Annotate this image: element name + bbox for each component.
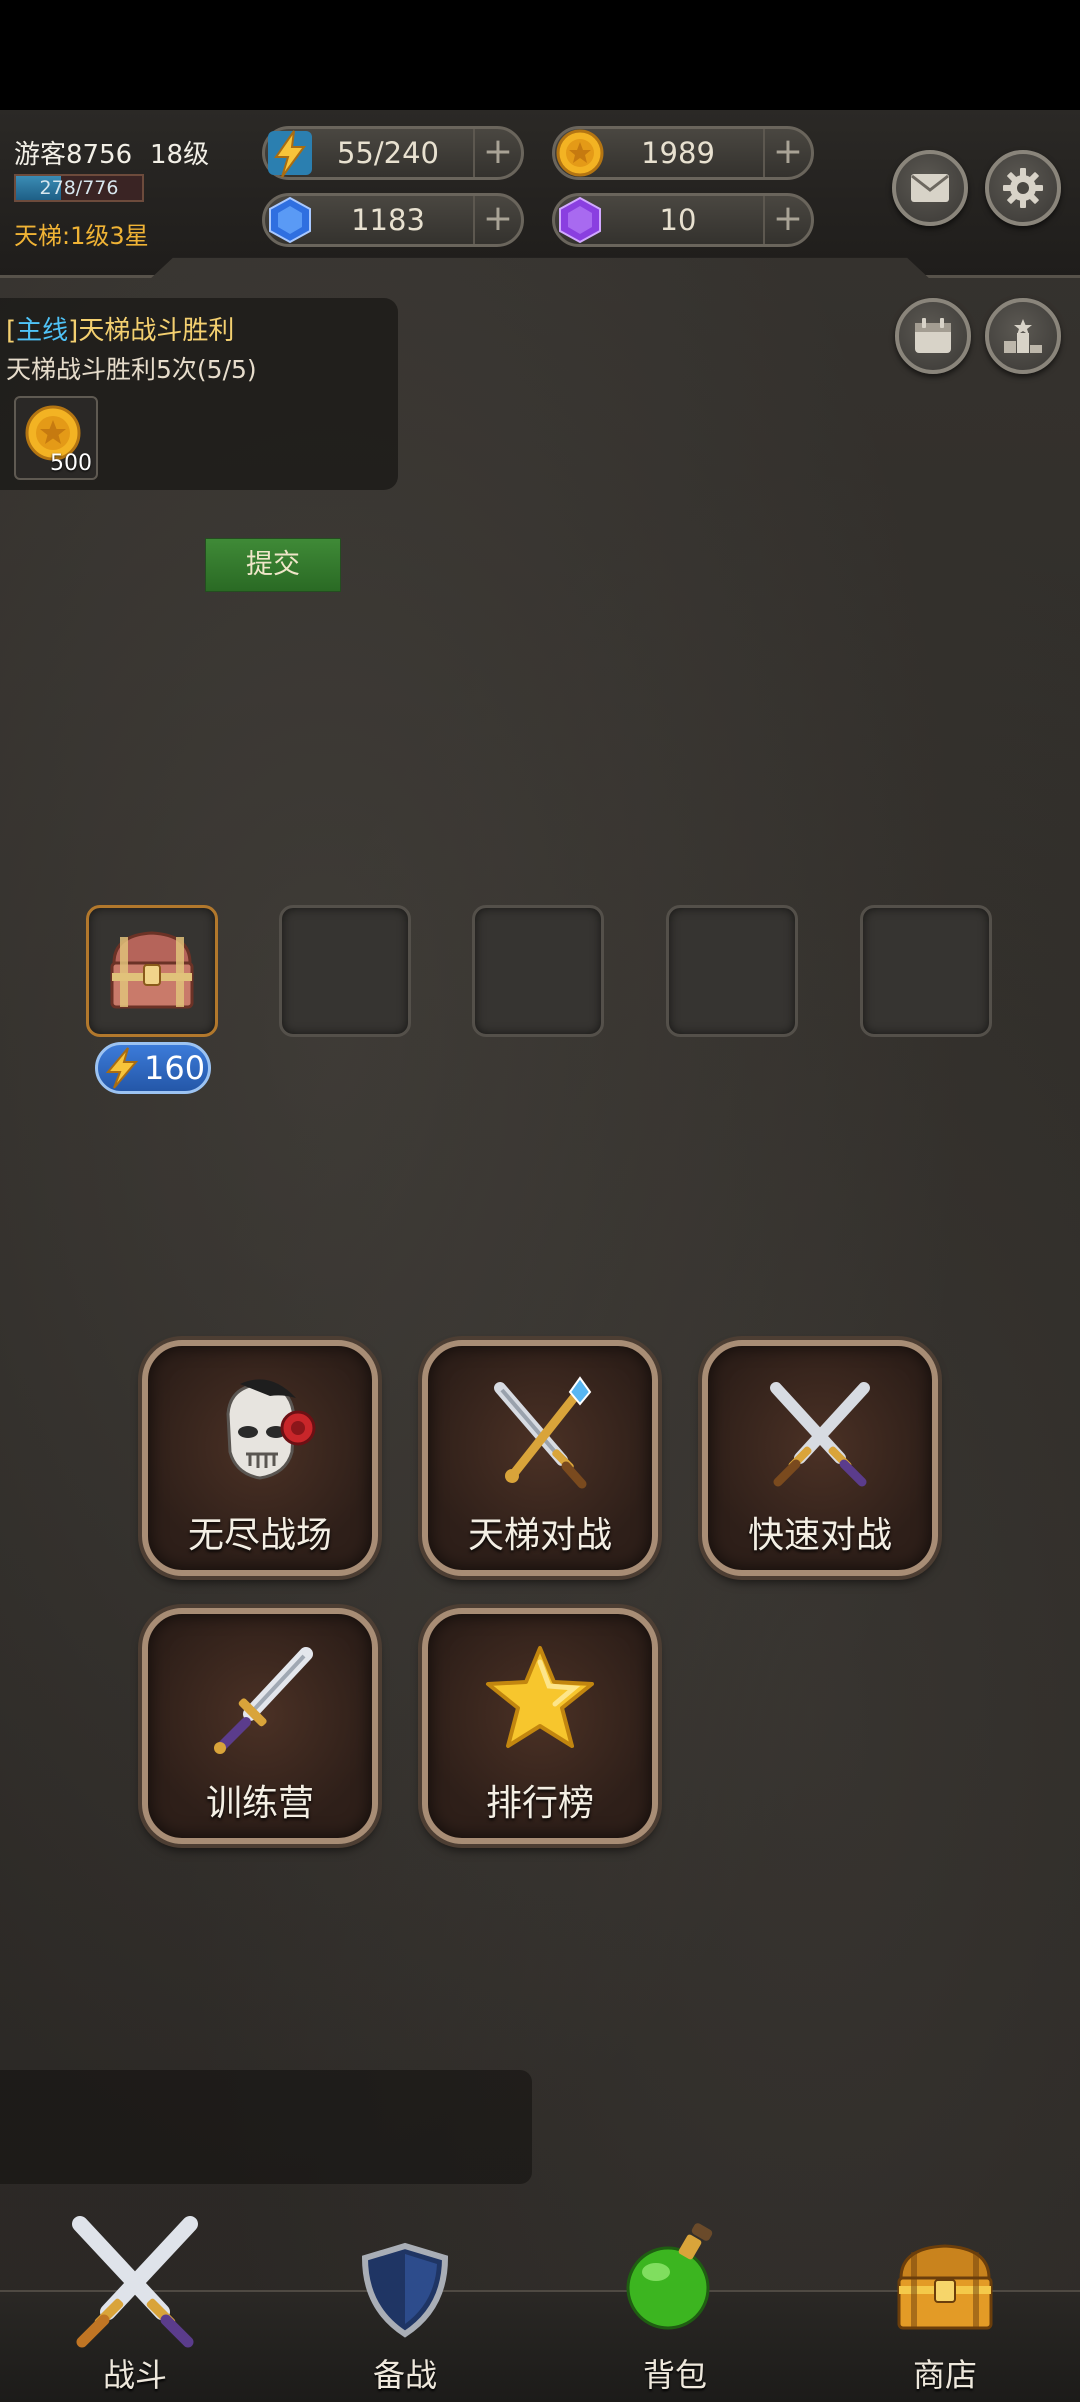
chest-slot-5[interactable] [860, 905, 992, 1037]
skull-helmet-icon [226, 1379, 316, 1480]
crossed-swords-icon [72, 2216, 198, 2348]
nav-tab-shop[interactable]: 商店 [845, 2244, 1045, 2402]
lightning-icon [105, 1047, 139, 1089]
crystal-counter: 10 + [552, 193, 814, 247]
quest-submit-button[interactable]: 提交 [205, 538, 341, 592]
chest-slot-2[interactable] [279, 905, 411, 1037]
mail-button[interactable] [892, 150, 968, 226]
add-crystal-button[interactable]: + [763, 196, 811, 244]
leaderboard-button[interactable]: 排行榜 [422, 1608, 658, 1844]
endless-battlefield-label: 无尽战场 [187, 1515, 332, 1556]
envelope-icon [911, 174, 949, 202]
energy-counter: 55/240 + [262, 126, 524, 180]
xp-progress-bar: 278/776 [14, 174, 144, 202]
chat-box[interactable] [0, 2070, 532, 2184]
game-main-screen: 游客8756 18级 278/776 天梯:1级3星 55/240 + 1989… [0, 110, 1080, 2402]
potion-flask-icon [626, 2223, 713, 2330]
add-gold-button[interactable]: + [763, 129, 811, 177]
quest-reward-item[interactable]: 500 [14, 396, 98, 480]
ladder-battle-label: 天梯对战 [467, 1515, 612, 1556]
podium-icon [1004, 319, 1042, 353]
nav-tab-bag[interactable]: 背包 [575, 2223, 775, 2402]
crossed-sword-staff-icon [494, 1376, 592, 1489]
energy-value: 55/240 [336, 136, 440, 170]
chest-slot-4[interactable] [666, 905, 798, 1037]
quest-tag: 主线 [16, 316, 69, 346]
nav-label-shop: 商店 [912, 2356, 977, 2394]
leaderboard-podium-button[interactable] [985, 298, 1061, 374]
crossed-swords-icon [770, 1382, 870, 1487]
quest-title: [主线]天梯战斗胜利 [6, 316, 235, 346]
crystal-value: 10 [659, 203, 697, 237]
add-energy-button[interactable]: + [473, 129, 521, 177]
treasure-chest-icon [110, 931, 194, 1009]
quick-battle-button[interactable]: 快速对战 [702, 1340, 938, 1576]
training-camp-button[interactable]: 训练营 [142, 1608, 378, 1844]
endless-battlefield-button[interactable]: 无尽战场 [142, 1340, 378, 1576]
ladder-rank: 天梯:1级3星 [14, 222, 149, 250]
gem-value: 1183 [351, 203, 425, 237]
calendar-icon [915, 318, 951, 353]
treasure-chest-icon [897, 2244, 993, 2330]
gold-value: 1989 [641, 136, 715, 170]
sword-icon [214, 1647, 313, 1754]
nav-label-battle: 战斗 [102, 2356, 167, 2394]
chest-energy-cost-badge: 160 [95, 1042, 211, 1094]
nav-label-bag: 背包 [642, 2356, 707, 2394]
gold-counter: 1989 + [552, 126, 814, 180]
player-level: 18级 [150, 140, 210, 170]
ladder-battle-button[interactable]: 天梯对战 [422, 1340, 658, 1576]
star-icon [486, 1646, 594, 1748]
training-camp-label: 训练营 [205, 1783, 314, 1824]
quest-title-text: 天梯战斗胜利 [78, 316, 235, 346]
settings-button[interactable] [985, 150, 1061, 226]
bottom-navigation: 战斗 备战 背包 商店 [0, 2216, 1080, 2402]
xp-progress-text: 278/776 [39, 177, 119, 199]
quest-reward-amount: 500 [50, 451, 92, 476]
chest-slot-3[interactable] [472, 905, 604, 1037]
nav-label-prepare: 备战 [372, 2356, 437, 2394]
quick-battle-label: 快速对战 [747, 1515, 892, 1556]
chest-slot-1[interactable] [86, 905, 218, 1037]
nav-tab-battle[interactable]: 战斗 [35, 2216, 235, 2402]
chest-energy-cost: 160 [144, 1049, 206, 1087]
add-gem-button[interactable]: + [473, 196, 521, 244]
quest-description: 天梯战斗胜利5次(5/5) [6, 355, 257, 384]
shield-icon [361, 2242, 449, 2338]
gear-icon [1003, 168, 1043, 208]
player-name[interactable]: 游客8756 [14, 134, 132, 171]
calendar-button[interactable] [895, 298, 971, 374]
nav-tab-prepare[interactable]: 备战 [305, 2242, 505, 2402]
leaderboard-label: 排行榜 [485, 1783, 594, 1824]
gem-counter: 1183 + [262, 193, 524, 247]
